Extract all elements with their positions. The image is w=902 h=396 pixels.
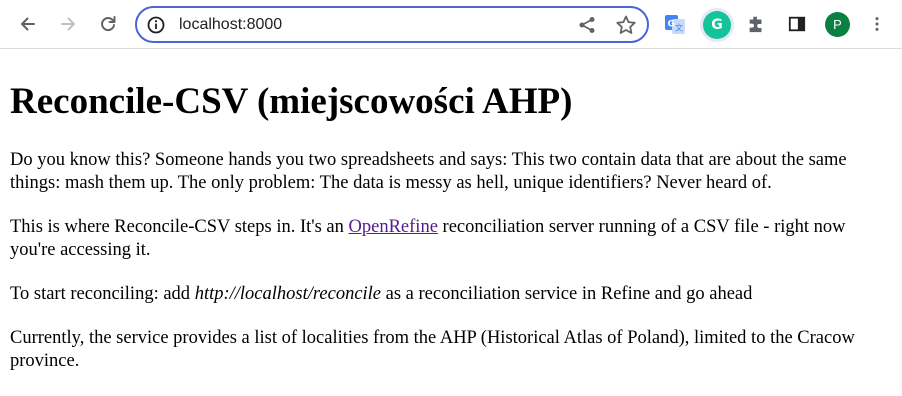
profile-avatar[interactable]: P — [825, 12, 850, 37]
back-button[interactable] — [13, 9, 43, 39]
share-icon[interactable] — [577, 15, 597, 35]
grammarly-icon[interactable]: G — [703, 11, 731, 39]
svg-text:文: 文 — [675, 23, 683, 33]
side-panel-icon[interactable] — [786, 13, 808, 35]
description-text-start: This is where Reconcile-CSV steps in. It… — [10, 217, 349, 237]
description-paragraph: This is where Reconcile-CSV steps in. It… — [10, 216, 894, 262]
reconcile-url: http://localhost/reconcile — [194, 284, 382, 304]
page-content: Reconcile-CSV (miejscowości AHP) Do you … — [10, 49, 894, 373]
browser-toolbar: localhost:8000 G 文 G P — [0, 0, 902, 49]
more-vert-icon[interactable] — [866, 13, 888, 35]
instructions-paragraph: To start reconciling: add http://localho… — [10, 283, 894, 306]
grammarly-letter: G — [711, 17, 723, 33]
arrow-right-icon — [61, 17, 75, 31]
instructions-text-end: as a reconciliation service in Refine an… — [381, 284, 753, 304]
site-info-icon[interactable] — [146, 15, 166, 35]
page-title: Reconcile-CSV (miejscowości AHP) — [10, 81, 573, 122]
reload-button[interactable] — [93, 9, 123, 39]
url-text[interactable]: localhost:8000 — [179, 16, 282, 34]
reload-icon — [101, 16, 116, 32]
openrefine-link[interactable]: OpenRefine — [349, 217, 438, 237]
puzzle-icon[interactable] — [745, 13, 767, 35]
svg-text:G: G — [668, 20, 675, 30]
arrow-left-icon — [21, 17, 35, 31]
star-icon[interactable] — [615, 14, 637, 36]
forward-button[interactable] — [53, 9, 83, 39]
instructions-text-start: To start reconciling: add — [10, 284, 195, 304]
address-bar[interactable]: localhost:8000 — [135, 6, 649, 43]
intro-paragraph: Do you know this? Someone hands you two … — [10, 150, 847, 193]
google-translate-icon[interactable]: G 文 — [664, 13, 686, 35]
profile-initial: P — [833, 17, 842, 32]
service-info-paragraph: Currently, the service provides a list o… — [10, 328, 855, 371]
